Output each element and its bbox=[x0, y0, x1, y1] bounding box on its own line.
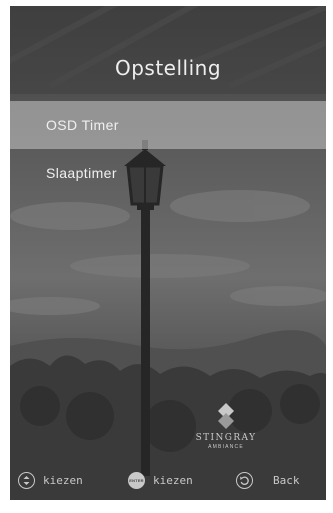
logo-subtitle: AMBIANCE bbox=[208, 444, 244, 450]
hint-navigate: kiezen bbox=[18, 469, 83, 491]
hint-back-label: Back bbox=[273, 473, 300, 487]
stingray-logo-icon bbox=[218, 403, 234, 429]
settings-menu: OSD Timer Slaaptimer bbox=[10, 101, 326, 197]
tv-screen: Opstelling OSD Timer Slaaptimer STINGRAY… bbox=[10, 6, 326, 500]
footer-hints: kiezen ENTER kiezen Back bbox=[10, 469, 326, 491]
hint-navigate-label: kiezen bbox=[43, 473, 83, 487]
hint-select-label: kiezen bbox=[153, 473, 193, 487]
background-image bbox=[10, 6, 326, 500]
enter-icon: ENTER bbox=[128, 471, 145, 489]
menu-item-slaaptimer[interactable]: Slaaptimer bbox=[10, 149, 326, 197]
hint-select: ENTER kiezen bbox=[128, 469, 193, 491]
hint-back: Back bbox=[236, 469, 300, 491]
back-icon bbox=[236, 471, 253, 489]
page-title: Opstelling bbox=[114, 56, 222, 80]
menu-item-osd-timer[interactable]: OSD Timer bbox=[10, 101, 326, 149]
logo-name: STINGRAY bbox=[195, 433, 257, 443]
stingray-logo: STINGRAY AMBIANCE bbox=[186, 403, 266, 450]
up-down-icon bbox=[18, 471, 35, 489]
enter-icon-text: ENTER bbox=[129, 477, 144, 483]
